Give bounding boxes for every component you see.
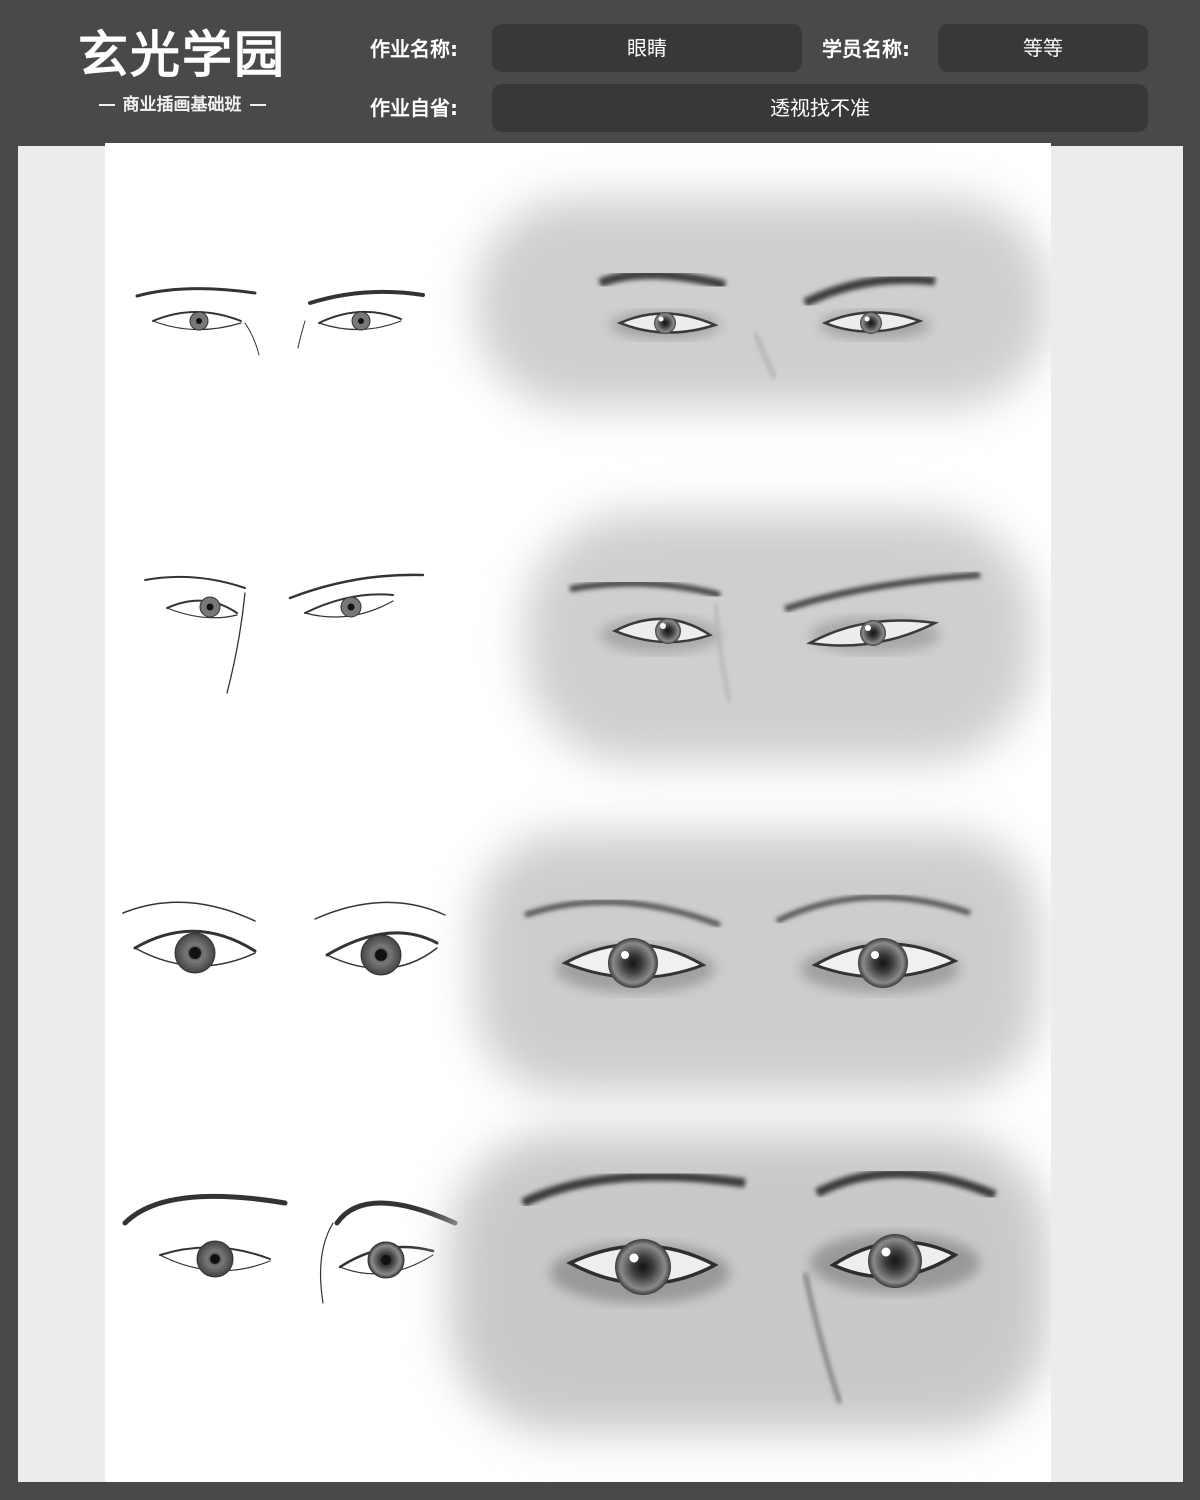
row2-sketch [144, 573, 425, 694]
row4-sketch [122, 1193, 458, 1304]
work-name-field: 眼睛 [492, 24, 802, 72]
row3-sketch [122, 901, 446, 976]
brand-subtitle: 商业插画基础班 [76, 92, 288, 118]
self-review-label: 作业自省: [370, 96, 458, 120]
brand-title: 玄光学园 [78, 25, 286, 84]
row4-painting [450, 1133, 1050, 1433]
row2-painting [525, 513, 1035, 763]
self-review-field: 透视找不准 [492, 84, 1148, 132]
header: 玄光学园 商业插画基础班 作业名称: 眼睛 学员名称: 等等 作业自省: 透视找… [0, 0, 1200, 142]
work-name-label: 作业名称: [370, 37, 458, 61]
divider-dash [98, 104, 115, 106]
divider-dash [249, 104, 266, 106]
row3-painting [475, 833, 1040, 1093]
artwork-sheet [105, 143, 1051, 1482]
row1-sketch [135, 287, 425, 356]
row1-painting [475, 198, 1050, 408]
eye-study-artwork [122, 198, 1050, 1433]
student-name-label: 学员名称: [822, 37, 910, 61]
brand-subtitle-text: 商业插画基础班 [122, 95, 242, 115]
student-name-field: 等等 [938, 24, 1148, 72]
